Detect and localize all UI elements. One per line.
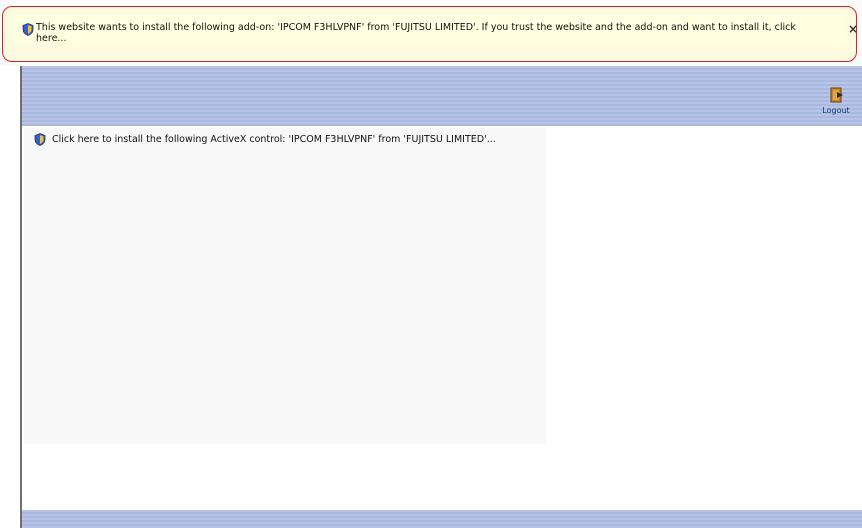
footer-bar (22, 510, 862, 528)
shield-icon (22, 23, 34, 36)
left-border (20, 66, 22, 528)
infobar-message[interactable]: This website wants to install the follow… (36, 22, 826, 44)
content-panel (24, 128, 546, 444)
logout-label: Logout (822, 106, 850, 115)
logout-icon (830, 87, 843, 103)
infobar-close-button[interactable]: × (848, 22, 858, 36)
activex-install-link[interactable]: Click here to install the following Acti… (34, 133, 544, 163)
information-bar: This website wants to install the follow… (0, 0, 862, 66)
header-bar (22, 66, 862, 126)
logout-button[interactable]: Logout (816, 84, 856, 120)
activex-message: Click here to install the following Acti… (52, 134, 496, 145)
shield-icon (34, 133, 46, 146)
